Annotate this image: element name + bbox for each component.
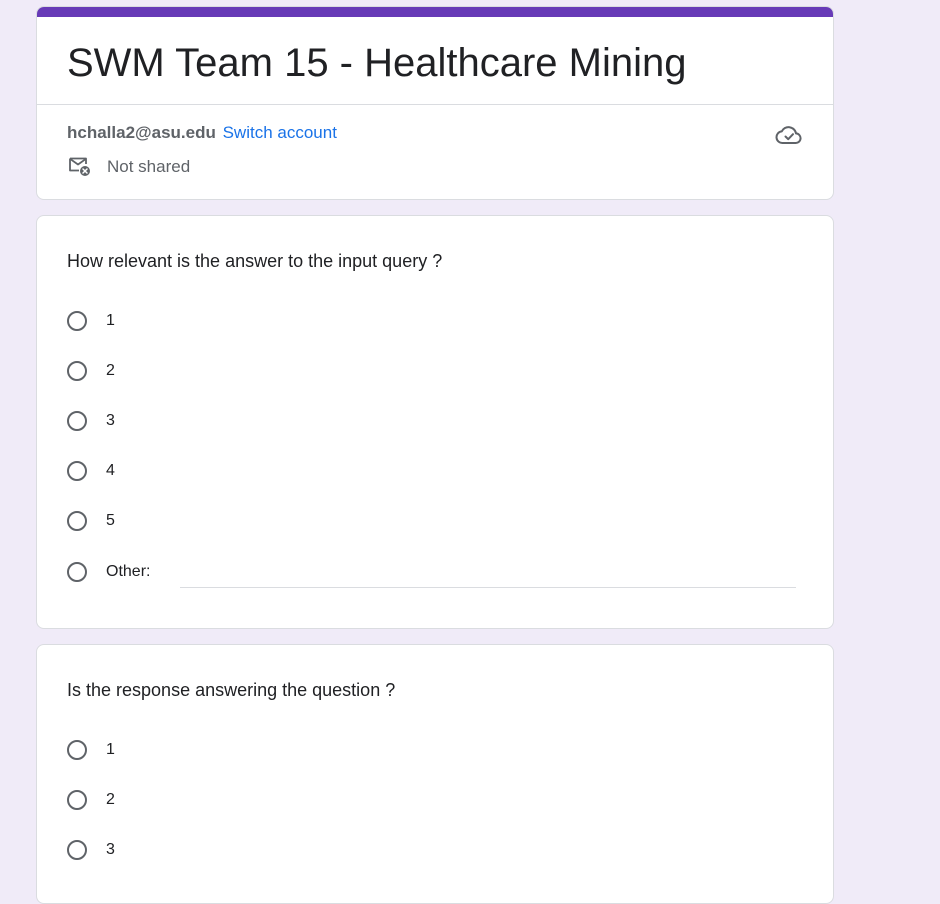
shared-status-row: Not shared	[67, 155, 190, 179]
radio-button[interactable]	[67, 361, 87, 381]
option-label: 2	[106, 362, 115, 379]
option-label: 3	[106, 841, 115, 858]
radio-option-5[interactable]: 5	[67, 508, 115, 534]
shared-status-text: Not shared	[107, 157, 191, 176]
radio-option-1[interactable]: 1	[67, 308, 115, 334]
account-row: hchalla2@asu.edu Switch account	[67, 122, 337, 144]
question-title: How relevant is the answer to the input …	[67, 251, 443, 271]
account-email: hchalla2@asu.edu	[67, 123, 216, 142]
radio-option-4[interactable]: 4	[67, 458, 115, 484]
radio-button[interactable]	[67, 840, 87, 860]
radio-button[interactable]	[67, 511, 87, 531]
option-label: 4	[106, 462, 115, 479]
option-label: Other:	[106, 563, 151, 580]
radio-option-3[interactable]: 3	[67, 837, 115, 863]
radio-option-2[interactable]: 2	[67, 358, 115, 384]
form-header-card: SWM Team 15 - Healthcare Mining hchalla2…	[36, 6, 834, 200]
other-text-input[interactable]	[180, 567, 796, 588]
option-label: 2	[106, 791, 115, 808]
radio-button[interactable]	[67, 562, 87, 582]
switch-account-link[interactable]: Switch account	[223, 123, 337, 142]
header-divider	[37, 104, 833, 105]
option-label: 5	[106, 512, 115, 529]
option-label: 1	[106, 312, 115, 329]
radio-option-3[interactable]: 3	[67, 408, 115, 434]
radio-button[interactable]	[67, 411, 87, 431]
radio-button[interactable]	[67, 740, 87, 760]
radio-option-2[interactable]: 2	[67, 787, 115, 813]
radio-button[interactable]	[67, 461, 87, 481]
radio-button[interactable]	[67, 790, 87, 810]
option-label: 1	[106, 741, 115, 758]
form-title: SWM Team 15 - Healthcare Mining	[67, 41, 687, 85]
question-card-relevance: How relevant is the answer to the input …	[36, 215, 834, 629]
mail-not-shared-icon	[67, 153, 107, 182]
radio-option-1[interactable]: 1	[67, 737, 115, 763]
question-card-answering: Is the response answering the question ?…	[36, 644, 834, 904]
radio-button[interactable]	[67, 311, 87, 331]
option-label: 3	[106, 412, 115, 429]
question-title: Is the response answering the question ?	[67, 680, 396, 700]
cloud-done-icon	[775, 121, 803, 149]
radio-option-other[interactable]: Other:	[67, 559, 150, 585]
header-accent-bar	[37, 7, 833, 17]
